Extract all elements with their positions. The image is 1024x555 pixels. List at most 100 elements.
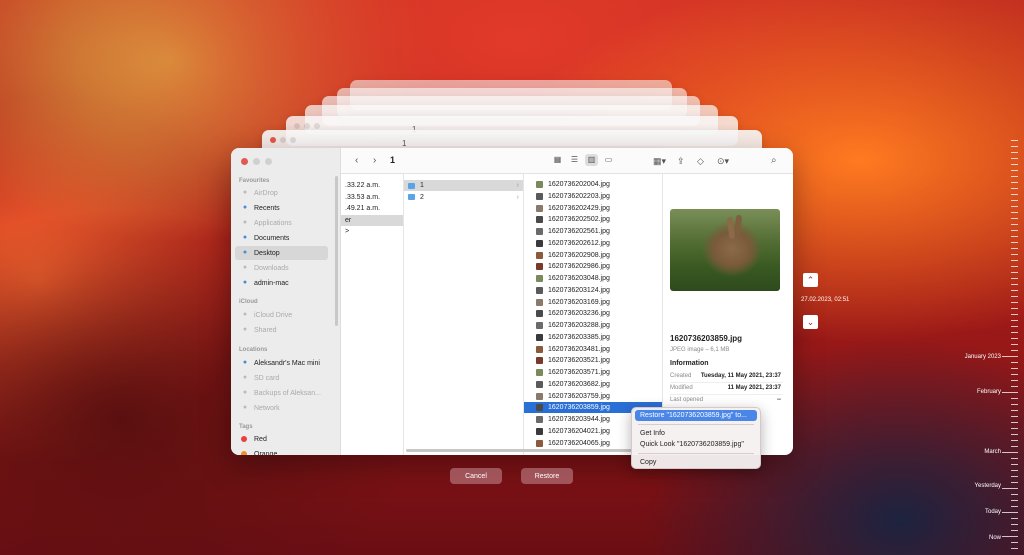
- timeline-tick[interactable]: [1011, 362, 1018, 363]
- sidebar-item-aleksandr-s-mac-mini[interactable]: ● Aleksandr's Mac mini: [235, 356, 328, 370]
- timeline-tick[interactable]: [1011, 152, 1018, 153]
- timeline-tick[interactable]: [1002, 488, 1018, 489]
- timeline-tick[interactable]: [1002, 536, 1018, 537]
- timeline-tick[interactable]: [1011, 434, 1018, 435]
- file-row[interactable]: 1620736202908.jpg: [524, 250, 662, 261]
- list-item[interactable]: .33.53 a.m.: [341, 192, 403, 203]
- sidebar-item-recents[interactable]: ● Recents: [235, 201, 328, 215]
- file-row[interactable]: 1620736202203.jpg: [524, 191, 662, 202]
- timeline-tick[interactable]: [1011, 464, 1018, 465]
- timeline-tick[interactable]: [1011, 170, 1018, 171]
- timeline-tick[interactable]: [1011, 476, 1018, 477]
- file-row[interactable]: 1620736202561.jpg: [524, 226, 662, 237]
- timeline-tick[interactable]: [1011, 440, 1018, 441]
- timeline-tick[interactable]: [1011, 242, 1018, 243]
- timeline-tick[interactable]: [1011, 494, 1018, 495]
- timeline-tick[interactable]: [1011, 374, 1018, 375]
- timeline-tick[interactable]: [1011, 368, 1018, 369]
- column-view-icon[interactable]: ▥: [585, 154, 598, 166]
- file-row[interactable]: 1620736203236.jpg: [524, 308, 662, 319]
- timeline-tick[interactable]: [1002, 392, 1018, 393]
- sidebar-item-backups-of-aleksan[interactable]: ● Backups of Aleksan...: [235, 386, 328, 400]
- timeline-tick[interactable]: [1011, 422, 1018, 423]
- file-row[interactable]: 1620736203759.jpg: [524, 391, 662, 402]
- menu-item-get-info[interactable]: Get Info: [635, 428, 757, 439]
- menu-item-restore-to[interactable]: Restore "1620736203859.jpg" to...: [635, 410, 757, 421]
- search-icon[interactable]: ⌕: [771, 155, 777, 167]
- forward-button[interactable]: ›: [373, 155, 376, 167]
- folder-row[interactable]: 1 ›: [404, 180, 523, 191]
- list-item[interactable]: .49.21 a.m.: [341, 203, 403, 214]
- file-row[interactable]: 1620736203521.jpg: [524, 355, 662, 366]
- timeline-tick[interactable]: [1011, 140, 1018, 141]
- file-row[interactable]: 1620736203682.jpg: [524, 379, 662, 390]
- timeline-tick[interactable]: [1011, 212, 1018, 213]
- sidebar-item-network[interactable]: ● Network: [235, 401, 328, 415]
- menu-item-quick-look[interactable]: Quick Look "1620736203859.jpg": [635, 439, 757, 450]
- timeline-tick[interactable]: [1011, 248, 1018, 249]
- timeline-tick[interactable]: [1011, 266, 1018, 267]
- file-row[interactable]: 1620736203124.jpg: [524, 285, 662, 296]
- sidebar-item-documents[interactable]: ● Documents: [235, 231, 328, 245]
- timeline-tick[interactable]: [1011, 338, 1018, 339]
- timeline-tick[interactable]: [1011, 176, 1018, 177]
- timeline-tick[interactable]: [1011, 314, 1018, 315]
- sidebar-item-downloads[interactable]: ● Downloads: [235, 261, 328, 275]
- timeline-tick[interactable]: [1011, 398, 1018, 399]
- timeline-tick[interactable]: [1011, 458, 1018, 459]
- timeline-tick[interactable]: [1011, 158, 1018, 159]
- file-row[interactable]: 1620736203048.jpg: [524, 273, 662, 284]
- timeline-tick[interactable]: [1011, 386, 1018, 387]
- timeline-tick[interactable]: [1011, 308, 1018, 309]
- timeline-label[interactable]: February: [977, 389, 1001, 395]
- file-row[interactable]: 1620736203481.jpg: [524, 344, 662, 355]
- folder-row[interactable]: 2 ›: [404, 192, 523, 203]
- file-row[interactable]: 1620736203571.jpg: [524, 367, 662, 378]
- zoom-button[interactable]: [265, 158, 272, 165]
- horizontal-scrollbar[interactable]: [406, 449, 651, 452]
- timeline-tick[interactable]: [1011, 320, 1018, 321]
- timeline-tick[interactable]: [1011, 272, 1018, 273]
- list-item[interactable]: >: [341, 226, 403, 237]
- timeline-tick[interactable]: [1011, 344, 1018, 345]
- more-actions-icon[interactable]: ⊙▾: [717, 155, 729, 167]
- share-icon[interactable]: ⇪: [677, 155, 685, 167]
- tag-red[interactable]: Red: [235, 432, 328, 446]
- timeline-tick[interactable]: [1011, 224, 1018, 225]
- timeline-tick[interactable]: [1011, 428, 1018, 429]
- sidebar-item-admin-mac[interactable]: ● admin-mac: [235, 276, 328, 290]
- sidebar-scrollbar[interactable]: [335, 176, 338, 326]
- list-item[interactable]: .33.22 a.m.: [341, 180, 403, 191]
- menu-item-copy[interactable]: Copy: [635, 457, 757, 468]
- group-icon[interactable]: ▦▾: [653, 155, 666, 167]
- timeline-tick[interactable]: [1011, 278, 1018, 279]
- timeline-label[interactable]: Today: [985, 509, 1001, 515]
- timeline-tick[interactable]: [1011, 404, 1018, 405]
- timeline-tick[interactable]: [1011, 230, 1018, 231]
- timeline-tick[interactable]: [1011, 302, 1018, 303]
- timeline-tick[interactable]: [1011, 260, 1018, 261]
- file-row[interactable]: 1620736202502.jpg: [524, 214, 662, 225]
- timeline-tick[interactable]: [1011, 164, 1018, 165]
- sidebar-item-sd-card[interactable]: ● SD card: [235, 371, 328, 385]
- file-row[interactable]: 1620736202429.jpg: [524, 203, 662, 214]
- timeline-tick[interactable]: [1002, 512, 1018, 513]
- timeline-tick[interactable]: [1011, 206, 1018, 207]
- timeline-label[interactable]: Now: [989, 535, 1001, 541]
- timeline-tick[interactable]: [1011, 410, 1018, 411]
- timeline-tick[interactable]: [1011, 200, 1018, 201]
- file-row[interactable]: 1620736202986.jpg: [524, 261, 662, 272]
- timeline-tick[interactable]: [1011, 380, 1018, 381]
- file-row[interactable]: 1620736203288.jpg: [524, 320, 662, 331]
- tag-orange[interactable]: Orange: [235, 447, 328, 455]
- timeline-tick[interactable]: [1011, 284, 1018, 285]
- timeline-tick[interactable]: [1011, 524, 1018, 525]
- timeline-tick[interactable]: [1002, 452, 1018, 453]
- timeline-label[interactable]: January 2023: [965, 354, 1001, 360]
- restore-button[interactable]: Restore: [521, 468, 573, 484]
- list-view-icon[interactable]: ☰: [568, 154, 581, 166]
- sidebar-item-shared[interactable]: ● Shared: [235, 323, 328, 337]
- timeline-tick[interactable]: [1011, 548, 1018, 549]
- timeline-tick[interactable]: [1011, 506, 1018, 507]
- previous-backup-button[interactable]: ⌃: [803, 273, 818, 287]
